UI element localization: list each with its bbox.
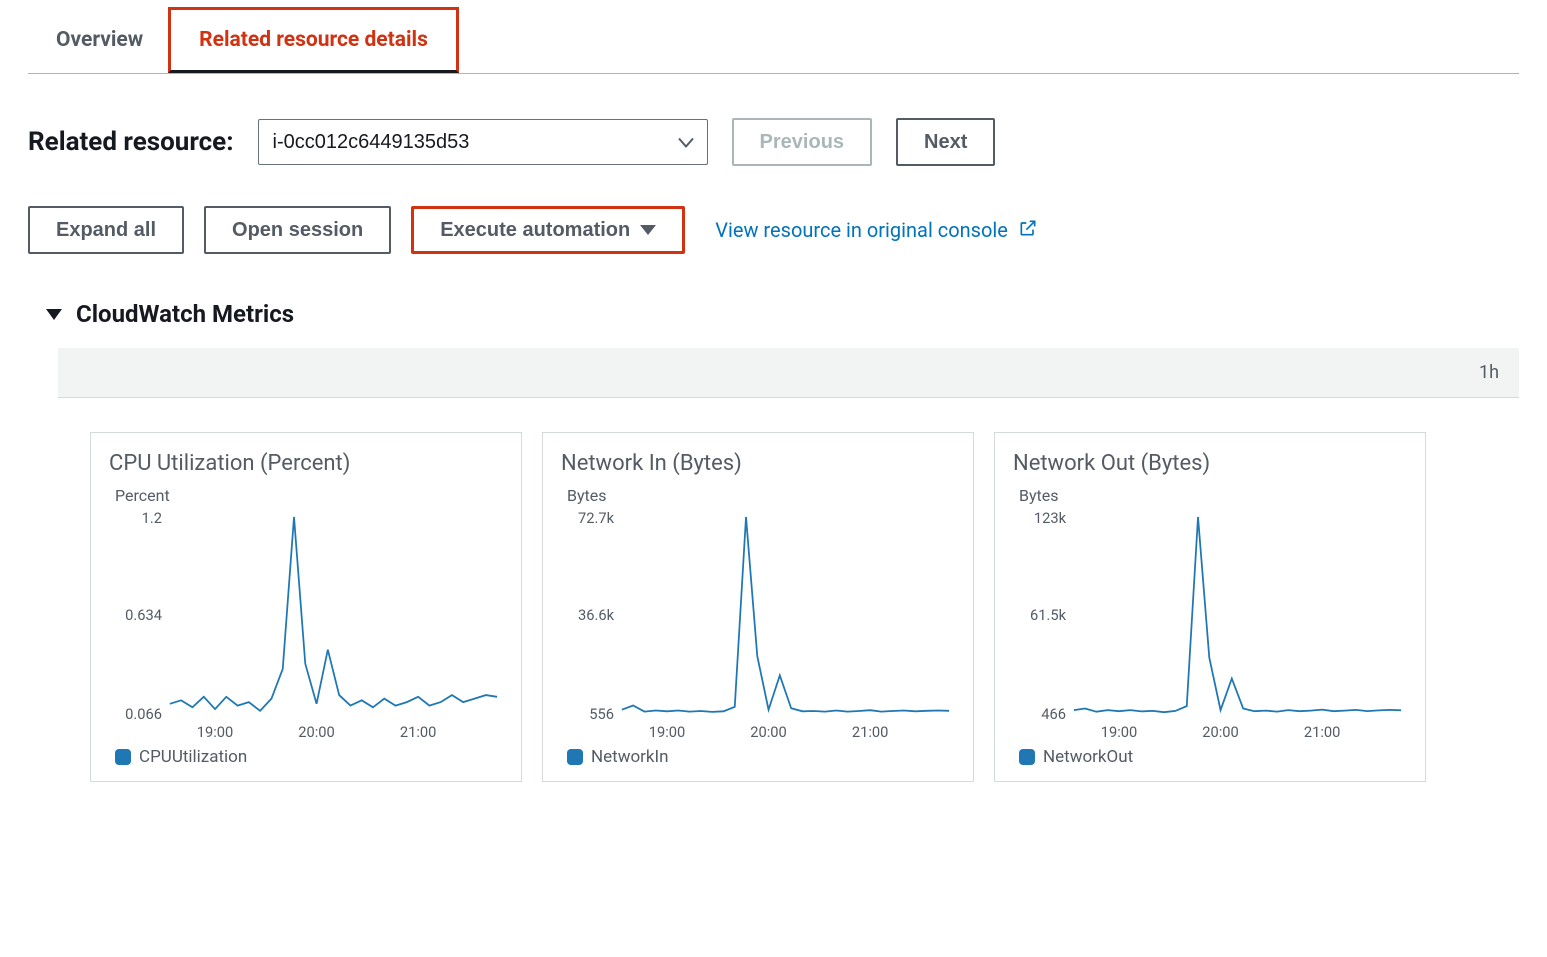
chevron-down-icon xyxy=(640,225,656,235)
chart-plot[interactable]: 1.2 0.634 0.066 19:00 20:00 21:00 xyxy=(115,511,503,741)
svg-text:20:00: 20:00 xyxy=(298,723,335,741)
chart-card: Network In (Bytes) Bytes 72.7k 36.6k 556 1… xyxy=(542,432,974,782)
view-resource-link-label: View resource in original console xyxy=(715,218,1008,242)
cloudwatch-metrics-panel: CloudWatch Metrics 1h CPU Utilization (P… xyxy=(28,280,1519,816)
legend-swatch xyxy=(115,749,131,765)
chart-legend: CPUUtilization xyxy=(115,747,503,767)
svg-text:21:00: 21:00 xyxy=(852,723,889,741)
execute-automation-label: Execute automation xyxy=(440,219,630,242)
svg-text:0.066: 0.066 xyxy=(125,705,162,723)
actions-row: Expand all Open session Execute automati… xyxy=(0,166,1547,254)
chart-unit: Percent xyxy=(115,486,503,505)
tab-overview[interactable]: Overview xyxy=(28,10,171,73)
svg-text:0.634: 0.634 xyxy=(125,606,162,624)
chart-title: CPU Utilization (Percent) xyxy=(109,451,503,476)
time-range-1h[interactable]: 1h xyxy=(1479,362,1499,383)
open-session-button[interactable]: Open session xyxy=(204,206,391,254)
related-resource-label: Related resource: xyxy=(28,127,234,157)
svg-text:19:00: 19:00 xyxy=(649,723,686,741)
tab-related-resource-details[interactable]: Related resource details xyxy=(168,7,459,73)
chart-legend: NetworkIn xyxy=(567,747,955,767)
previous-button: Previous xyxy=(732,118,872,166)
chart-unit: Bytes xyxy=(1019,486,1407,505)
legend-label: NetworkIn xyxy=(591,747,669,767)
legend-label: CPUUtilization xyxy=(139,747,247,767)
svg-text:123k: 123k xyxy=(1034,511,1067,527)
svg-text:19:00: 19:00 xyxy=(197,723,234,741)
svg-text:36.6k: 36.6k xyxy=(578,606,615,624)
svg-text:19:00: 19:00 xyxy=(1101,723,1138,741)
svg-text:72.7k: 72.7k xyxy=(578,511,615,527)
legend-swatch xyxy=(567,749,583,765)
chart-title: Network In (Bytes) xyxy=(561,451,955,476)
chart-card: CPU Utilization (Percent) Percent 1.2 0.6… xyxy=(90,432,522,782)
panel-header[interactable]: CloudWatch Metrics xyxy=(28,280,1519,348)
disclosure-triangle-icon[interactable] xyxy=(46,309,62,320)
resource-select-wrap: i-0cc012c6449135d53 xyxy=(258,119,708,165)
chart-title: Network Out (Bytes) xyxy=(1013,451,1407,476)
legend-swatch xyxy=(1019,749,1035,765)
chart-plot[interactable]: 123k 61.5k 466 19:00 20:00 21:00 xyxy=(1019,511,1407,741)
svg-text:466: 466 xyxy=(1041,705,1066,723)
chart-plot[interactable]: 72.7k 36.6k 556 19:00 20:00 21:00 xyxy=(567,511,955,741)
legend-label: NetworkOut xyxy=(1043,747,1133,767)
panel-title: CloudWatch Metrics xyxy=(76,300,294,328)
chart-unit: Bytes xyxy=(567,486,955,505)
svg-text:21:00: 21:00 xyxy=(1304,723,1341,741)
svg-text:21:00: 21:00 xyxy=(400,723,437,741)
execute-automation-button[interactable]: Execute automation xyxy=(411,206,685,254)
svg-text:20:00: 20:00 xyxy=(750,723,787,741)
charts-container: CPU Utilization (Percent) Percent 1.2 0.6… xyxy=(28,398,1519,816)
time-range-bar: 1h xyxy=(58,348,1519,398)
svg-text:61.5k: 61.5k xyxy=(1030,606,1067,624)
svg-text:1.2: 1.2 xyxy=(142,511,162,527)
resource-selector-row: Related resource: i-0cc012c6449135d53 Pr… xyxy=(0,74,1547,166)
resource-select[interactable]: i-0cc012c6449135d53 xyxy=(258,119,708,165)
view-resource-link[interactable]: View resource in original console xyxy=(715,218,1038,243)
tabs-bar: Overview Related resource details xyxy=(28,4,1519,74)
expand-all-button[interactable]: Expand all xyxy=(28,206,184,254)
svg-text:20:00: 20:00 xyxy=(1202,723,1239,741)
svg-text:556: 556 xyxy=(589,705,614,723)
chart-card: Network Out (Bytes) Bytes 123k 61.5k 466 1… xyxy=(994,432,1426,782)
external-link-icon xyxy=(1018,218,1038,243)
next-button[interactable]: Next xyxy=(896,118,995,166)
chart-legend: NetworkOut xyxy=(1019,747,1407,767)
